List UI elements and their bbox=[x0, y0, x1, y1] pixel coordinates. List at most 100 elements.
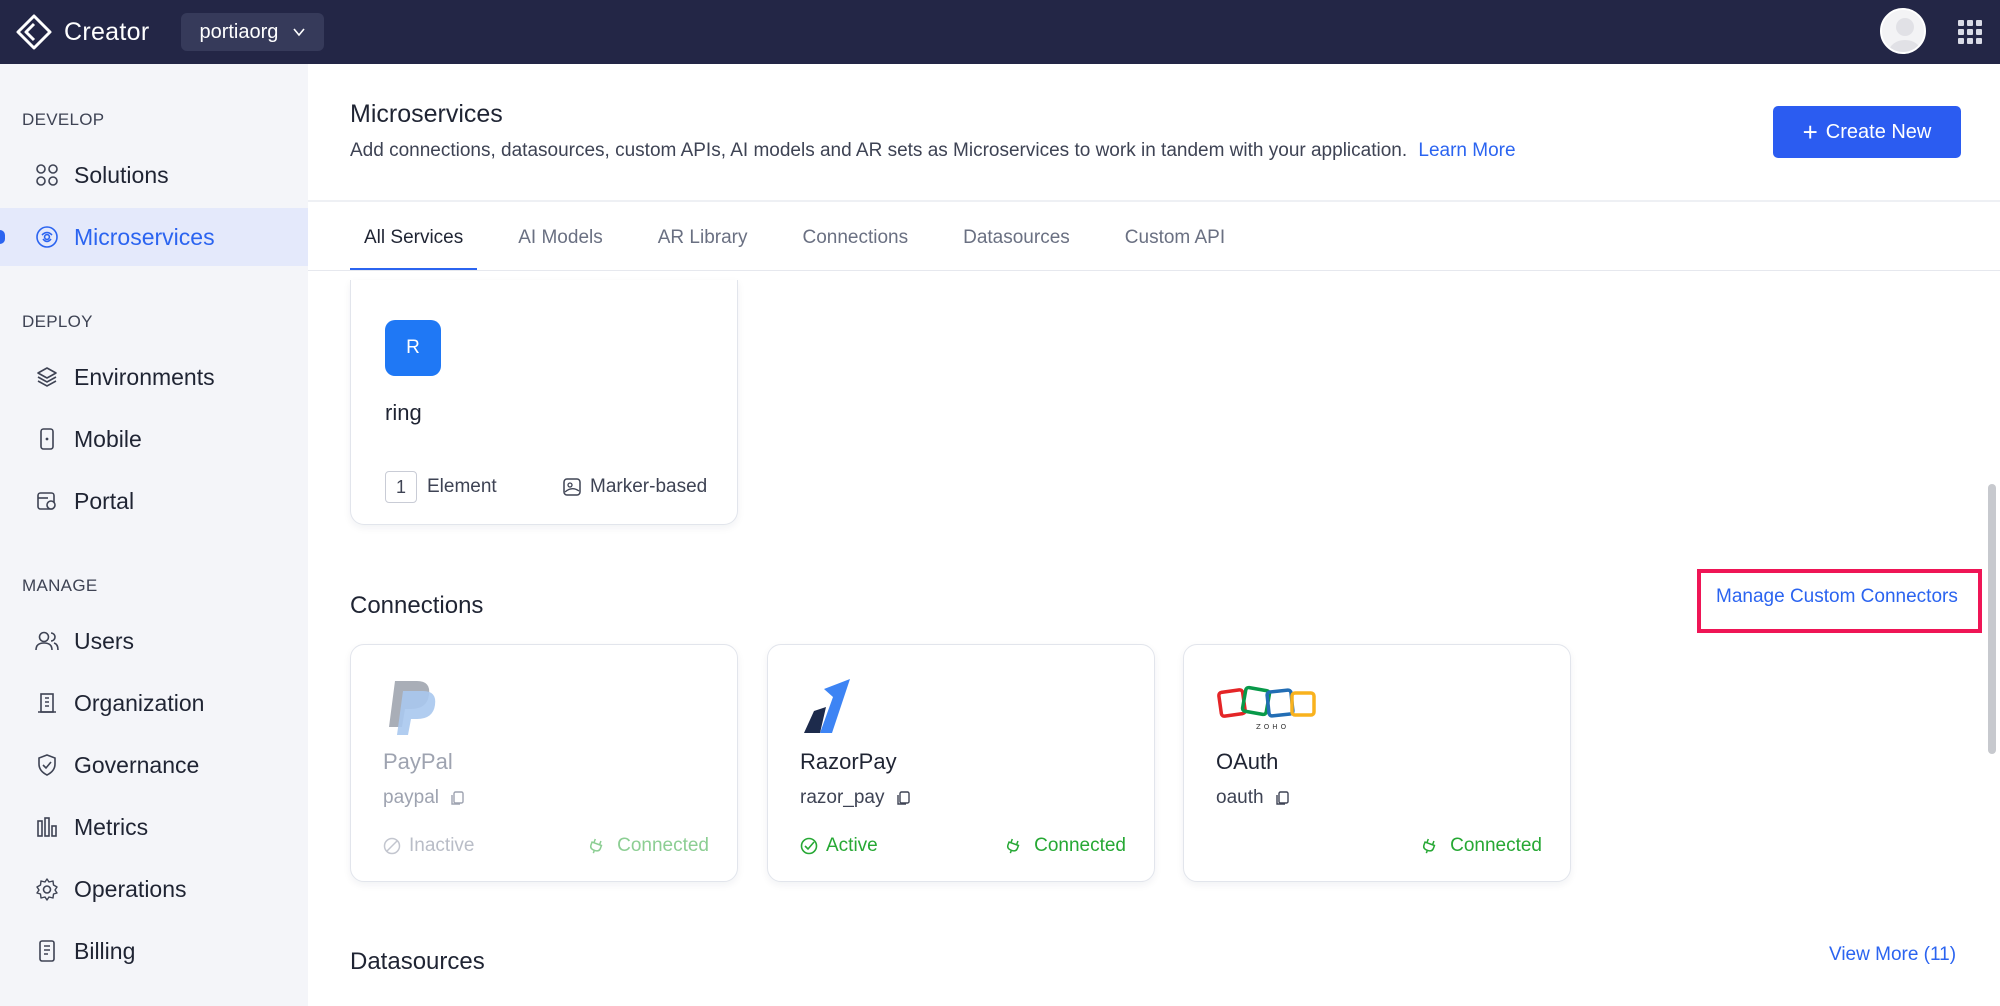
connection-link-name: paypal bbox=[383, 787, 465, 809]
microservices-icon bbox=[34, 224, 60, 250]
sidebar-item-label: Billing bbox=[74, 937, 136, 964]
svg-text:ZOHO: ZOHO bbox=[1256, 723, 1289, 731]
copy-icon[interactable] bbox=[449, 790, 465, 806]
app-name: Creator bbox=[64, 17, 150, 46]
create-new-label: Create New bbox=[1825, 120, 1932, 143]
sidebar-item-label: Governance bbox=[74, 751, 200, 778]
element-count-label: Element bbox=[427, 476, 497, 497]
tab-datasources[interactable]: Datasources bbox=[949, 205, 1084, 271]
connection-state: Connected bbox=[1420, 835, 1542, 857]
app-launcher-icon[interactable] bbox=[1958, 20, 1982, 44]
connection-code: oauth bbox=[1216, 787, 1264, 808]
scrollbar-thumb[interactable] bbox=[1988, 484, 1996, 754]
connection-state-label: Connected bbox=[1034, 835, 1126, 856]
sidebar-item-label: Operations bbox=[74, 875, 187, 902]
tab-ai-models[interactable]: AI Models bbox=[504, 205, 616, 271]
check-circle-icon bbox=[800, 837, 818, 855]
tab-all-services[interactable]: All Services bbox=[350, 205, 478, 271]
zoho-logo-icon: ZOHO bbox=[1217, 685, 1316, 731]
sidebar-item-label: Users bbox=[74, 627, 135, 654]
connection-name: RazorPay bbox=[800, 749, 897, 774]
razorpay-logo-icon bbox=[804, 679, 850, 733]
status-label: Inactive bbox=[409, 835, 475, 856]
sidebar-item-label: Microservices bbox=[74, 223, 215, 250]
sidebar-item-label: Mobile bbox=[74, 425, 142, 452]
sidebar-item-governance[interactable]: Governance bbox=[0, 736, 308, 794]
sidebar-item-billing[interactable]: Billing bbox=[0, 922, 308, 980]
chevron-down-icon bbox=[293, 28, 306, 37]
connection-state-label: Connected bbox=[1450, 835, 1542, 856]
plus-icon: + bbox=[1802, 117, 1818, 147]
sidebar-group-manage: MANAGE bbox=[22, 576, 98, 595]
sidebar-item-mobile[interactable]: Mobile bbox=[0, 410, 308, 468]
sidebar-item-metrics[interactable]: Metrics bbox=[0, 798, 308, 856]
tab-divider bbox=[308, 270, 2000, 271]
inactive-icon bbox=[383, 837, 401, 855]
create-new-button[interactable]: + Create New bbox=[1773, 106, 1961, 158]
connection-status: Active bbox=[800, 835, 878, 857]
tab-connections[interactable]: Connections bbox=[788, 205, 922, 271]
sidebar: DEVELOP Solutions Microservices DEPLOY E… bbox=[0, 64, 308, 1006]
connection-card-oauth[interactable]: ZOHO OAuth oauth Connected bbox=[1183, 644, 1571, 882]
app-logo[interactable]: Creator bbox=[14, 0, 149, 64]
sidebar-item-environments[interactable]: Environments bbox=[0, 348, 308, 406]
plug-icon bbox=[590, 838, 603, 854]
page-title: Microservices bbox=[350, 100, 503, 128]
layers-icon bbox=[34, 364, 60, 390]
user-avatar[interactable] bbox=[1880, 8, 1926, 54]
sidebar-item-label: Environments bbox=[74, 363, 215, 390]
sidebar-group-deploy: DEPLOY bbox=[22, 312, 93, 331]
shield-icon bbox=[34, 752, 60, 778]
paypal-logo-icon bbox=[389, 681, 436, 735]
copy-icon[interactable] bbox=[1274, 790, 1290, 806]
image-marker-icon bbox=[563, 478, 581, 496]
connection-link-name: oauth bbox=[1216, 787, 1290, 809]
connection-state: Connected bbox=[587, 835, 709, 857]
sidebar-item-operations[interactable]: Operations bbox=[0, 860, 308, 918]
gear-icon bbox=[34, 876, 60, 902]
receipt-icon bbox=[34, 938, 60, 964]
top-bar: Creator portiaorg bbox=[0, 0, 2000, 64]
connection-link-name: razor_pay bbox=[800, 787, 911, 809]
plug-icon bbox=[1007, 838, 1020, 854]
ar-set-card[interactable]: R ring 1 Element Marker-based bbox=[350, 280, 738, 525]
connections-section-title: Connections bbox=[350, 592, 484, 619]
mobile-icon bbox=[34, 426, 60, 452]
connection-state: Connected bbox=[1004, 835, 1126, 857]
connection-state-label: Connected bbox=[617, 835, 709, 856]
grid-icon bbox=[34, 162, 60, 188]
connection-code: paypal bbox=[383, 787, 439, 808]
element-count: 1 bbox=[385, 471, 417, 503]
learn-more-link[interactable]: Learn More bbox=[1418, 140, 1515, 161]
connection-status: Inactive bbox=[383, 835, 474, 857]
tab-custom-api[interactable]: Custom API bbox=[1111, 205, 1239, 271]
sidebar-item-label: Metrics bbox=[74, 813, 149, 840]
ar-set-badge: R bbox=[385, 320, 441, 376]
org-name: portiaorg bbox=[199, 20, 279, 43]
description-text: Add connections, datasources, custom API… bbox=[350, 140, 1408, 161]
org-selector[interactable]: portiaorg bbox=[181, 13, 325, 51]
sidebar-item-microservices[interactable]: Microservices bbox=[0, 208, 308, 266]
bar-chart-icon bbox=[34, 814, 60, 840]
view-more-datasources-link[interactable]: View More (11) bbox=[1829, 944, 1956, 966]
sidebar-item-organization[interactable]: Organization bbox=[0, 674, 308, 732]
connection-card-paypal[interactable]: PayPal paypal Inactive Connected bbox=[350, 644, 738, 882]
sidebar-item-label: Solutions bbox=[74, 161, 169, 188]
sidebar-item-portal[interactable]: Portal bbox=[0, 472, 308, 530]
sidebar-item-users[interactable]: Users bbox=[0, 612, 308, 670]
ar-set-type: Marker-based bbox=[562, 476, 707, 498]
avatar-image bbox=[1882, 10, 1924, 52]
copy-icon[interactable] bbox=[895, 790, 911, 806]
datasources-section-title: Datasources bbox=[350, 948, 485, 975]
connection-code: razor_pay bbox=[800, 787, 885, 808]
sidebar-item-solutions[interactable]: Solutions bbox=[0, 146, 308, 204]
status-label: Active bbox=[826, 835, 878, 856]
connection-card-razorpay[interactable]: RazorPay razor_pay Active Connected bbox=[767, 644, 1155, 882]
creator-logo-icon bbox=[16, 14, 52, 50]
building-icon bbox=[34, 690, 60, 716]
sidebar-item-label: Portal bbox=[74, 487, 135, 514]
plug-icon bbox=[1423, 838, 1436, 854]
sidebar-item-label: Organization bbox=[74, 689, 205, 716]
tab-ar-library[interactable]: AR Library bbox=[644, 205, 762, 271]
connection-name: OAuth bbox=[1216, 749, 1279, 774]
